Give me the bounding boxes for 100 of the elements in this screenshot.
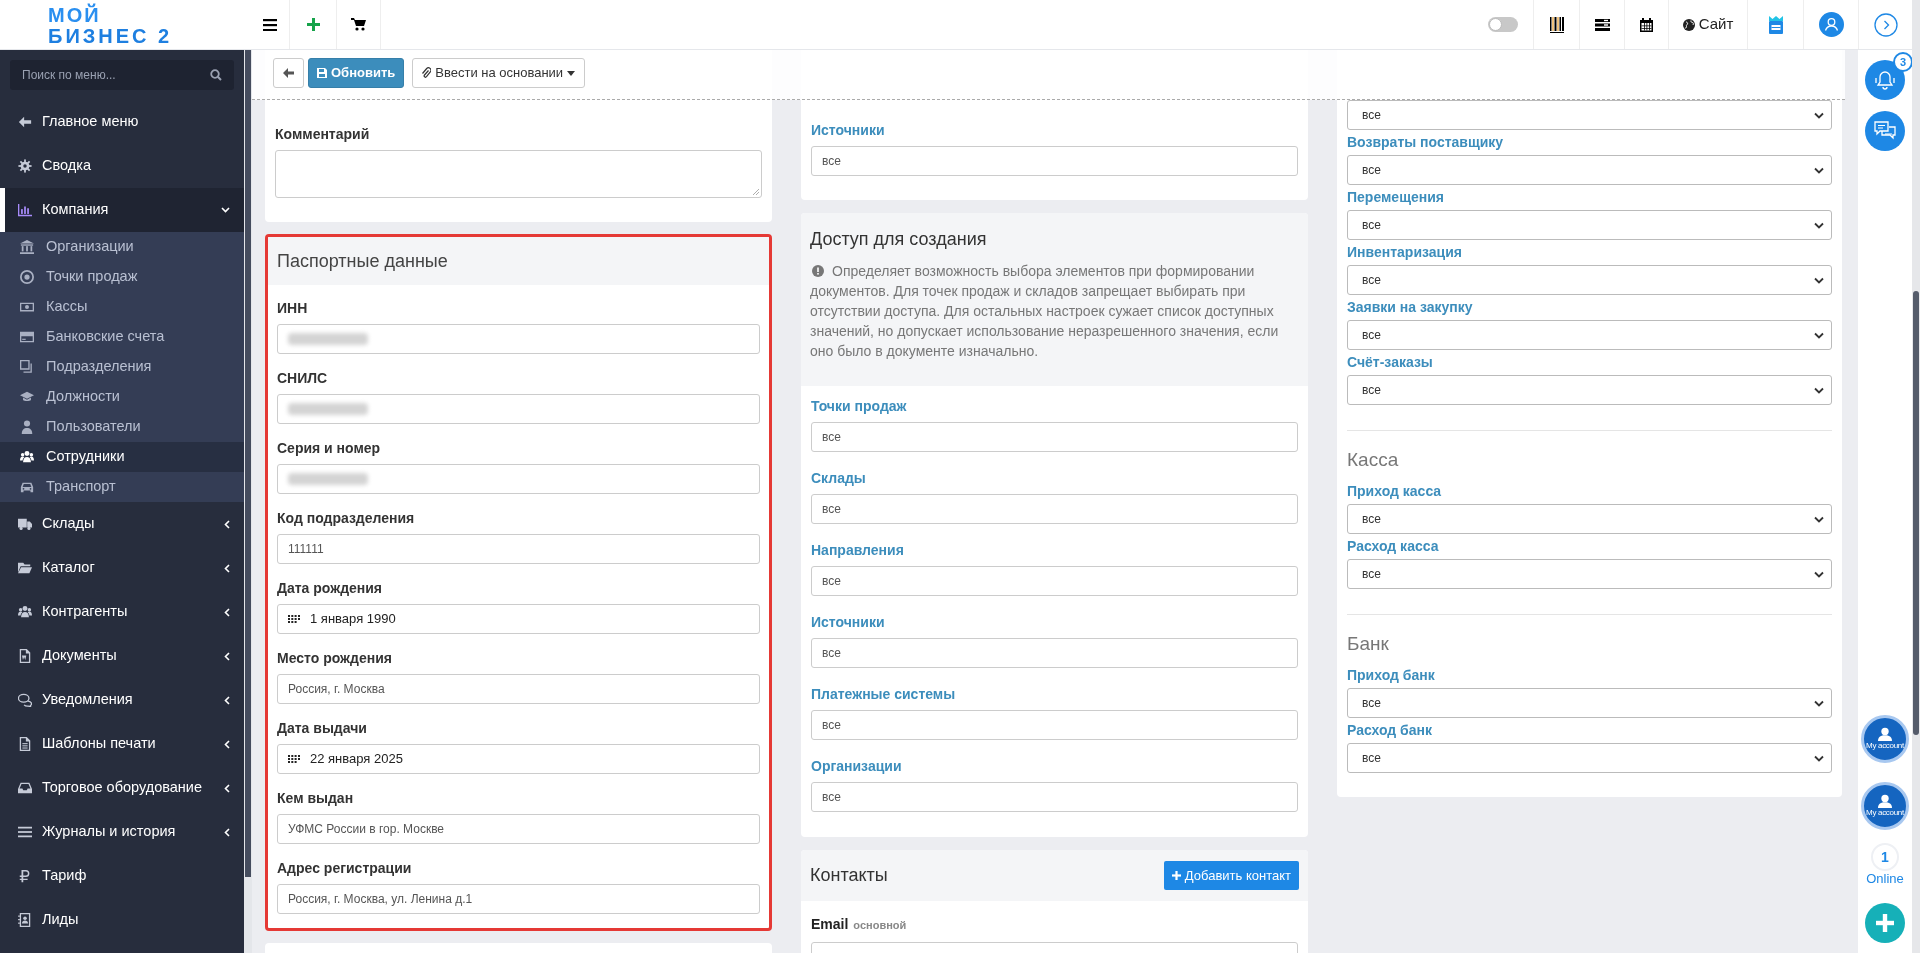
document-icon [18, 649, 32, 663]
menu-icon[interactable] [262, 18, 277, 31]
site-link[interactable]: Сайт [1682, 13, 1734, 36]
card-title: Доступ для создания [810, 228, 988, 251]
sidebar-item[interactable]: Каталог [0, 546, 244, 590]
input-field[interactable]: Россия, г. Москва [277, 674, 760, 704]
search-field[interactable]: Поиск по меню... [10, 60, 234, 90]
sidebar-item[interactable]: Склады [0, 502, 244, 546]
field-label: Расход банк [1347, 722, 1434, 738]
bar-chart-icon [18, 203, 32, 217]
field-label: Счёт-заказы [1347, 354, 1434, 370]
chevron-right-icon[interactable] [1873, 12, 1898, 37]
chevron-left-icon [224, 827, 230, 837]
select-dropdown[interactable]: все [1347, 559, 1832, 589]
sidebar-subitem[interactable]: Организации [0, 232, 244, 262]
sidebar-item[interactable]: Главное меню [0, 100, 244, 144]
sidebar-item[interactable]: Тариф [0, 854, 244, 898]
sidebar-subitem[interactable]: Кассы [0, 292, 244, 322]
menu-icon [18, 825, 32, 839]
page-scrollbar[interactable] [1912, 0, 1920, 953]
back-button[interactable] [273, 58, 304, 88]
sidebar-item[interactable]: Сводка [0, 144, 244, 188]
dropdown-button[interactable]: Ввести на основании [412, 58, 586, 88]
sidebar-subitem[interactable]: Пользователи [0, 412, 244, 442]
plus-icon[interactable] [306, 18, 320, 31]
input-field[interactable]: все [811, 422, 1298, 452]
sidebar-item[interactable]: Торговое оборудование [0, 766, 244, 810]
input-field[interactable]: все [811, 566, 1298, 596]
add-contact-button[interactable]: Добавить контакт [1163, 861, 1299, 890]
notification-count: 3 [1893, 52, 1913, 72]
input-field[interactable]: все [811, 494, 1298, 524]
logo[interactable]: МОЙ БИЗНЕС 2 [48, 3, 250, 46]
sidebar-subitem[interactable]: Подразделения [0, 352, 244, 382]
input-field[interactable]: Россия, г. Москва, ул. Ленина д.1 [277, 884, 760, 914]
sidebar-subitem[interactable]: Точки продаж [0, 262, 244, 292]
input-field[interactable]: 111111 [277, 534, 760, 564]
section-title: Банк [1347, 632, 1390, 656]
sidebar-item[interactable]: Лиды [0, 898, 244, 942]
field-label: Дата рождения [277, 580, 384, 596]
chevron-down-icon [221, 207, 230, 213]
sidebar-subitem[interactable]: Сотрудники [0, 442, 244, 472]
date-field[interactable]: 22 января 2025 [277, 744, 760, 774]
search-icon [210, 69, 222, 81]
select-dropdown[interactable]: все [1347, 320, 1832, 350]
card-title: Контакты [810, 864, 888, 887]
input-field[interactable]: все [811, 782, 1298, 812]
select-dropdown[interactable]: все [1347, 743, 1832, 773]
sidebar-scrollbar[interactable] [244, 50, 252, 953]
sidebar-item[interactable]: Документы [0, 634, 244, 678]
select-dropdown[interactable]: все [1347, 504, 1832, 534]
select-dropdown[interactable]: все [1347, 375, 1832, 405]
input-field[interactable]: все [811, 710, 1298, 740]
field-label: Место рождения [277, 650, 393, 666]
chevron-down-icon [1814, 570, 1824, 578]
select-dropdown[interactable]: все [1347, 100, 1832, 130]
target-icon [20, 270, 34, 284]
date-field[interactable]: 1 января 1990 [277, 604, 760, 634]
file-text-icon [18, 737, 32, 751]
input-field[interactable]: все [811, 146, 1298, 176]
sidebar-item[interactable]: Компания [0, 188, 244, 232]
sidebar-item[interactable]: Уведомления [0, 678, 244, 722]
input-field[interactable] [277, 464, 760, 494]
select-dropdown[interactable]: все [1347, 210, 1832, 240]
sidebar-item[interactable]: Журналы и история [0, 810, 244, 854]
cart-icon[interactable] [351, 18, 366, 31]
person-icon [1877, 794, 1893, 808]
select-dropdown[interactable]: все [1347, 155, 1832, 185]
chevron-left-icon [224, 739, 230, 749]
building-icon [20, 240, 34, 254]
input-field[interactable] [277, 394, 760, 424]
section-title: Касса [1347, 448, 1400, 472]
input-field[interactable]: все [811, 638, 1298, 668]
field-label: Направления [811, 542, 905, 558]
account-button[interactable]: My account [1861, 782, 1909, 830]
field-label: Источники [811, 614, 886, 630]
select-dropdown[interactable]: все [1347, 688, 1832, 718]
car-icon [20, 480, 34, 494]
arrow-left-icon [18, 115, 32, 129]
select-dropdown[interactable]: все [1347, 265, 1832, 295]
sidebar-item[interactable]: Контрагенты [0, 590, 244, 634]
chevron-down-icon [1814, 331, 1824, 339]
toggle-switch[interactable] [1488, 17, 1518, 32]
notification-button[interactable] [1865, 60, 1905, 100]
sidebar-item[interactable]: Шаблоны печати [0, 722, 244, 766]
add-button[interactable] [1865, 903, 1905, 943]
input-field[interactable]: УФМС России в гор. Москве [277, 814, 760, 844]
chevron-down-icon [1814, 515, 1824, 523]
app-window-icon[interactable] [1768, 15, 1783, 34]
chat-button[interactable] [1865, 111, 1905, 151]
field-label: Перемещения [1347, 189, 1445, 205]
user-avatar-icon[interactable] [1818, 12, 1844, 37]
list-icon[interactable] [1594, 18, 1610, 31]
sidebar-subitem[interactable]: Должности [0, 382, 244, 412]
sidebar-subitem[interactable]: Транспорт [0, 472, 244, 502]
account-button[interactable]: My account [1861, 715, 1909, 763]
update-button[interactable]: Обновить [308, 58, 405, 88]
calendar-icon[interactable] [1640, 17, 1653, 32]
sidebar-subitem[interactable]: Банковские счета [0, 322, 244, 352]
barcode-icon[interactable] [1549, 16, 1564, 33]
input-field[interactable] [277, 324, 760, 354]
